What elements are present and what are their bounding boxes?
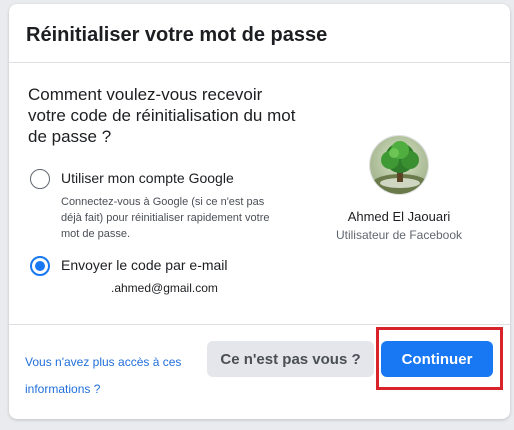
dialog-header: Réinitialiser votre mot de passe: [9, 4, 510, 63]
question-text: Comment voulez-vous recevoir votre code …: [28, 85, 296, 146]
option-email-label[interactable]: Envoyer le code par e-mail: [61, 257, 228, 273]
radio-email[interactable]: [30, 256, 50, 276]
option-google[interactable]: Utiliser mon compte Google Connectez-vou…: [30, 169, 290, 240]
no-access-link[interactable]: Vous n'avez plus accès à ces information…: [25, 349, 205, 403]
avatar: [369, 135, 429, 195]
dialog-body: Comment voulez-vous recevoir votre code …: [9, 63, 510, 325]
tree-photo-icon: [370, 136, 428, 194]
reset-password-dialog: Réinitialiser votre mot de passe Comment…: [9, 4, 510, 419]
profile-name: Ahmed El Jaouari: [347, 209, 451, 224]
option-email-address: .ahmed@gmail.com: [111, 281, 218, 295]
dialog-title: Réinitialiser votre mot de passe: [26, 24, 328, 46]
radio-google[interactable]: [30, 169, 50, 189]
profile-subtitle: Utilisateur de Facebook: [335, 228, 463, 242]
profile-card: Ahmed El Jaouari Utilisateur de Facebook: [314, 135, 484, 242]
option-google-description: Connectez-vous à Google (si ce n'est pas…: [61, 196, 270, 240]
option-email[interactable]: Envoyer le code par e-mail .ahmed@gmail.…: [30, 256, 290, 306]
continue-button[interactable]: Continuer: [381, 341, 493, 377]
option-google-label[interactable]: Utiliser mon compte Google: [61, 170, 234, 186]
dialog-footer: Vous n'avez plus accès à ces information…: [9, 325, 510, 419]
not-you-button[interactable]: Ce n'est pas vous ?: [207, 341, 374, 377]
